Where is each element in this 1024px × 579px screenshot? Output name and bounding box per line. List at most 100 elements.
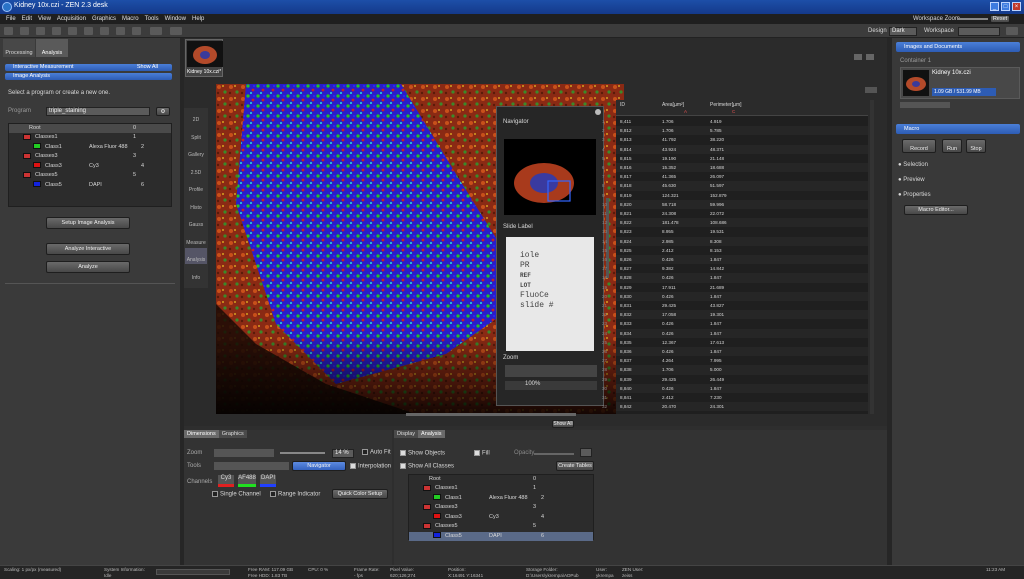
menu-acquisition[interactable]: Acquisition [57,14,86,24]
display-tree-row[interactable]: Class5 DAPI 6 [409,531,593,541]
table-row[interactable]: 1 8,411 1.706 4.919 [602,117,868,126]
reset-button[interactable]: Reset [990,15,1010,23]
table-row[interactable]: 31 8,841 2.412 7.230 [602,393,868,402]
opacity-value[interactable] [580,448,592,457]
table-row[interactable]: 11 8,821 24.308 22.072 [602,209,868,218]
display-tree-row[interactable]: Classes3 3 [409,503,593,512]
navigator-button[interactable]: Navigator [292,461,346,471]
view-mode-analysis[interactable]: Analysis [185,248,207,264]
program-select[interactable]: triple_staining [46,107,150,116]
design-select[interactable]: Dark [889,27,917,36]
setup-image-analysis-button[interactable]: Setup Image Analysis [46,217,130,229]
viewer-options-icon[interactable] [865,87,877,93]
class-color-swatch[interactable] [423,503,431,510]
table-row[interactable]: 22 8,832 17.058 19.301 [602,310,868,320]
interactive-measurement-header[interactable]: Interactive Measurement Show All [5,64,172,71]
table-row[interactable]: 4 8,814 43.924 48.371 [602,144,868,154]
horizontal-scrollbar[interactable] [406,413,576,416]
class-color-swatch[interactable] [433,513,441,520]
images-documents-header[interactable]: Images and Documents [896,42,1020,52]
table-row[interactable]: 24 8,834 0.426 1.847 [602,328,868,338]
view-mode-2-5d[interactable]: 2.5D [185,161,207,177]
table-row[interactable]: 25 8,835 12.367 17.613 [602,338,868,347]
document-actions[interactable] [900,102,950,108]
menu-macro[interactable]: Macro [122,14,139,24]
menu-tools[interactable]: Tools [145,14,159,24]
zoom-slider[interactable] [280,452,325,454]
table-scrollbar[interactable] [870,100,874,414]
show-all-button[interactable]: Show All [552,420,574,428]
show-all-link[interactable]: Show All [137,64,158,71]
run-button[interactable]: Run [942,139,962,153]
table-row[interactable]: 29 8,839 29.425 26.449 [602,375,868,384]
left-tree-row[interactable]: Class3 Cy3 4 [9,162,171,171]
table-row[interactable]: 7 8,817 41.365 26.097 [602,172,868,181]
zoom-header[interactable]: Zoom [503,355,518,361]
table-row[interactable]: 14 8,824 2.985 8.308 [602,236,868,246]
slide-label-header[interactable]: Slide Label [503,224,533,230]
view-mode-histo[interactable]: Histo [185,196,207,212]
left-tree-row[interactable]: Classes1 1 [9,133,171,142]
table-row[interactable]: 19 8,829 17.911 21.689 [602,283,868,292]
show-objects-checkbox[interactable] [400,450,406,456]
table-row[interactable]: 28 8,838 1.706 5.000 [602,365,868,375]
table-row[interactable]: 18 8,828 0.426 1.847 [602,273,868,283]
menu-view[interactable]: View [38,14,51,24]
export-icon[interactable] [100,27,109,35]
table-row[interactable]: 2 8,812 1.706 5.785 [602,126,868,136]
table-header-0[interactable]: ID [620,102,625,108]
stop-button[interactable]: Stop [966,139,986,153]
table-row[interactable]: 5 8,815 19.190 21.148 [602,154,868,163]
menu-graphics[interactable]: Graphics [92,14,116,24]
zoom-presets[interactable] [505,365,597,377]
display-tree-row[interactable]: Class1 Alexa Fluor 488 2 [409,494,593,503]
view-mode-split[interactable]: Split [185,126,207,142]
channel-af488[interactable]: AF488 [238,475,256,487]
zoom-value[interactable]: 14 % [332,449,354,458]
image-analysis-header[interactable]: Image Analysis [5,73,172,80]
channel-cy3[interactable]: Cy3 [218,475,234,487]
class-color-swatch[interactable] [433,494,441,501]
menu-edit[interactable]: Edit [22,14,32,24]
create-tables-button[interactable]: Create Tables [556,461,594,471]
table-row[interactable]: 15 8,825 2.412 8.153 [602,246,868,255]
table-row[interactable]: 8 8,818 45.630 51.597 [602,181,868,191]
menu-window[interactable]: Window [165,14,186,24]
undo-icon[interactable] [116,27,125,35]
class-color-swatch[interactable] [33,162,41,169]
close-doc-icon[interactable] [68,27,77,35]
table-row[interactable]: 16 8,826 0.426 1.847 [602,255,868,265]
view-mode-profile[interactable]: Profile [185,178,207,194]
program-options-button[interactable]: ⚙ [156,107,170,116]
new-icon[interactable] [4,27,13,35]
zoom-buttons[interactable] [214,449,274,457]
open-icon[interactable] [20,27,29,35]
document-card[interactable]: Kidney 10x.czi 1.09 GB / 531.99 MB [900,67,1020,99]
opacity-slider[interactable] [534,453,574,455]
left-tree-row[interactable]: Classes3 3 [9,152,171,161]
workspace-zoom-slider[interactable] [958,18,988,20]
table-row[interactable]: 3 8,813 41.792 38.220 [602,135,868,144]
table-row[interactable]: 6 8,816 15.352 18.688 [602,163,868,173]
class-color-swatch[interactable] [423,522,431,529]
class-color-swatch[interactable] [23,133,31,140]
autofit-checkbox[interactable] [362,449,368,455]
table-row[interactable]: 12 8,822 181.478 108.686 [602,218,868,228]
menu-help[interactable]: Help [192,14,204,24]
table-header-1[interactable]: Area[µm²] [662,102,684,108]
document-tab[interactable]: Kidney 10x.czi* [185,39,223,77]
class-color-swatch[interactable] [23,152,31,159]
left-tree-row[interactable]: Classes5 5 [9,171,171,180]
table-row[interactable]: 32 8,842 20.470 24.301 [602,402,868,412]
channel-dapi[interactable]: DAPI [260,475,276,487]
menu-file[interactable]: File [6,14,16,24]
table-row[interactable]: 30 8,840 0.426 1.847 [602,383,868,393]
view-mode-gauss[interactable]: Gauss [185,213,207,229]
tab-graphics[interactable]: Graphics [218,430,247,438]
view-mode-2d[interactable]: 2D [185,108,207,124]
tab-display[interactable]: Display [394,430,419,438]
tool-buttons[interactable] [214,462,289,470]
macro-editor-button[interactable]: Macro Editor... [904,205,968,215]
class-color-swatch[interactable] [33,143,41,150]
close-icon[interactable]: × [1012,2,1021,11]
